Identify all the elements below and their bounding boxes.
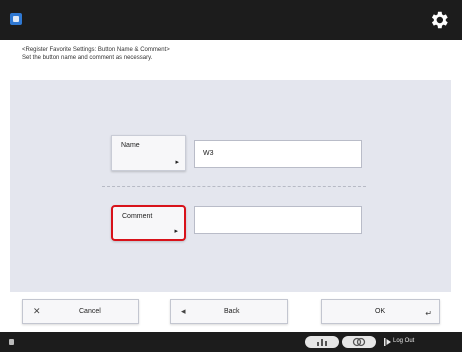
settings-panel: Name ▸ W3 Comment ▸ (10, 80, 451, 292)
status-monitor-icon (352, 337, 366, 347)
name-button-label: Name (121, 142, 140, 149)
name-field[interactable]: W3 (194, 140, 362, 168)
counter-check-button[interactable] (305, 336, 339, 348)
page-header: <Register Favorite Settings: Button Name… (22, 46, 442, 62)
gear-icon[interactable] (428, 9, 450, 31)
comment-button[interactable]: Comment ▸ (111, 205, 186, 241)
enter-icon: ↵ (425, 309, 432, 318)
comment-button-label: Comment (122, 213, 153, 220)
status-monitor-button[interactable] (342, 336, 376, 348)
expand-arrow-icon: ▸ (175, 158, 179, 166)
chart-icon (317, 339, 327, 346)
back-button-label: Back (224, 308, 240, 315)
expand-arrow-icon: ▸ (174, 227, 178, 235)
page-subtitle: Set the button name and comment as neces… (22, 55, 153, 61)
comment-field[interactable] (194, 206, 362, 234)
name-button[interactable]: Name ▸ (111, 135, 186, 171)
cancel-button[interactable]: ✕ Cancel (22, 299, 139, 324)
logout-button[interactable]: Log Out (393, 338, 414, 344)
divider (102, 186, 366, 187)
lock-icon (9, 339, 14, 345)
ok-button-label: OK (375, 308, 386, 315)
back-button[interactable]: ◂ Back (170, 299, 288, 324)
status-bar: Log Out (0, 332, 462, 352)
close-icon: ✕ (33, 306, 41, 316)
logout-icon[interactable] (384, 338, 391, 346)
name-field-value: W3 (203, 150, 214, 157)
top-bar (0, 0, 462, 40)
page-title: <Register Favorite Settings: Button Name… (22, 47, 170, 53)
app-badge-icon (10, 13, 22, 25)
back-arrow-icon: ◂ (181, 306, 186, 316)
cancel-button-label: Cancel (79, 308, 101, 315)
ok-button[interactable]: OK ↵ (321, 299, 440, 324)
